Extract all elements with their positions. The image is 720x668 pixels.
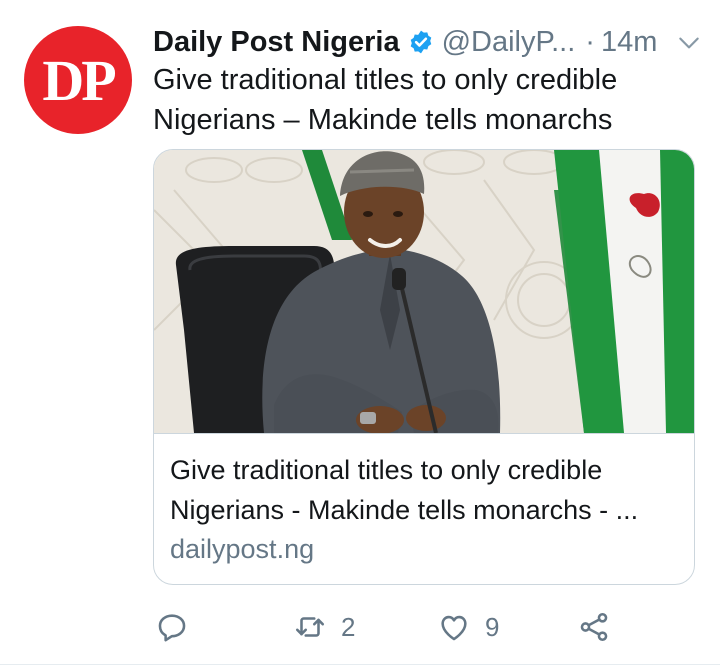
retweet-button[interactable]: 2: [293, 603, 355, 651]
divider: [0, 664, 720, 665]
tweet-header: Daily Post Nigeria @DailyP... · 14m: [153, 22, 702, 62]
share-button[interactable]: [577, 603, 611, 651]
avatar-logo-text: DP: [42, 47, 116, 113]
card-image: [154, 150, 694, 433]
author-name[interactable]: Daily Post Nigeria: [153, 26, 400, 59]
retweet-count: 2: [341, 611, 356, 642]
link-card[interactable]: Give traditional titles to only credible…: [153, 149, 695, 585]
avatar[interactable]: DP: [24, 26, 132, 134]
card-domain: dailypost.ng: [170, 534, 315, 564]
author-handle[interactable]: @DailyP...: [442, 26, 576, 59]
share-icon: [580, 612, 608, 642]
tweet-actions: 2 9: [153, 603, 623, 651]
like-icon: [441, 615, 467, 641]
verified-icon: [410, 30, 431, 54]
separator-dot: ·: [585, 25, 595, 58]
tweet-text: Give traditional titles to only credible…: [153, 64, 618, 136]
chevron-down-icon[interactable]: [676, 30, 702, 56]
like-button[interactable]: 9: [437, 603, 499, 651]
card-title: Give traditional titles to only credible…: [170, 455, 639, 525]
reply-icon: [158, 614, 186, 642]
tweet-timestamp[interactable]: 14m: [601, 26, 657, 59]
reply-button[interactable]: [155, 603, 203, 651]
like-count: 9: [485, 611, 500, 642]
retweet-icon: [295, 617, 325, 637]
card-body: Give traditional titles to only credible…: [154, 433, 694, 584]
